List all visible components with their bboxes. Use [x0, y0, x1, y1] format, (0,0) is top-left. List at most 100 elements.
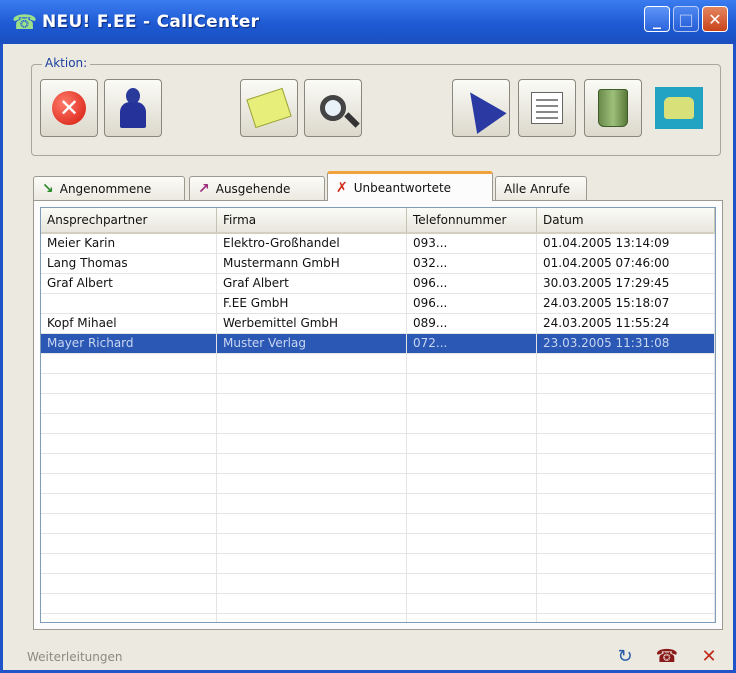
- table-row[interactable]: Lang Thomas Mustermann GmbH 032... 01.04.20…: [41, 254, 715, 274]
- empty-table-row[interactable]: [41, 474, 715, 494]
- cell-telefonnummer: [407, 614, 537, 622]
- cell-firma: [217, 354, 407, 373]
- cell-datum: [537, 554, 715, 573]
- cell-firma: [217, 394, 407, 413]
- empty-table-row[interactable]: [41, 534, 715, 554]
- refresh-icon[interactable]: ↻: [613, 644, 637, 668]
- empty-table-row[interactable]: [41, 574, 715, 594]
- cell-ansprechpartner: Lang Thomas: [41, 254, 217, 273]
- phone-app-icon: ☎: [12, 10, 37, 34]
- tab-panel: Ansprechpartner Firma Telefonnummer Datu…: [33, 200, 723, 630]
- empty-table-row[interactable]: [41, 454, 715, 474]
- cell-telefonnummer: 093...: [407, 234, 537, 253]
- table-row[interactable]: Kopf Mihael Werbemittel GmbH 089... 24.03.2…: [41, 314, 715, 334]
- calls-table[interactable]: Ansprechpartner Firma Telefonnummer Datu…: [40, 207, 716, 623]
- edit-button[interactable]: [518, 79, 576, 137]
- empty-table-row[interactable]: [41, 554, 715, 574]
- phone-button[interactable]: [650, 79, 708, 137]
- empty-table-row[interactable]: [41, 394, 715, 414]
- column-header-ansprechpartner[interactable]: Ansprechpartner: [41, 208, 217, 232]
- column-header-firma[interactable]: Firma: [217, 208, 407, 232]
- note-icon: [246, 87, 292, 129]
- cell-ansprechpartner: [41, 574, 217, 593]
- column-header-telefonnummer[interactable]: Telefonnummer: [407, 208, 537, 232]
- empty-table-row[interactable]: [41, 414, 715, 434]
- search-button[interactable]: [304, 79, 362, 137]
- missed-call-icon: ✗: [336, 179, 348, 196]
- table-row[interactable]: Mayer Richard Muster Verlag 072... 23.03.20…: [41, 334, 715, 354]
- outgoing-call-icon: ↗: [198, 180, 210, 197]
- cell-firma: [217, 374, 407, 393]
- cell-telefonnummer: 096...: [407, 274, 537, 293]
- cell-datum: [537, 594, 715, 613]
- empty-table-row[interactable]: [41, 594, 715, 614]
- table-body: Meier Karin Elektro-Großhandel 093... 01.04…: [41, 234, 715, 622]
- cell-firma: [217, 534, 407, 553]
- accepted-call-icon: ↘: [42, 180, 54, 197]
- cell-firma: [217, 494, 407, 513]
- cancel-button[interactable]: ✕: [40, 79, 98, 137]
- cell-datum: [537, 514, 715, 533]
- tab-label: Unbeantwortete: [353, 180, 452, 195]
- cell-telefonnummer: 032...: [407, 254, 537, 273]
- cell-firma: Muster Verlag: [217, 334, 407, 353]
- cell-ansprechpartner: Kopf Mihael: [41, 314, 217, 333]
- delete-button[interactable]: [584, 79, 642, 137]
- table-row[interactable]: Graf Albert Graf Albert 096... 30.03.2005 1…: [41, 274, 715, 294]
- cell-firma: [217, 474, 407, 493]
- cell-telefonnummer: [407, 574, 537, 593]
- cell-ansprechpartner: Mayer Richard: [41, 334, 217, 353]
- tab-label: Alle Anrufe: [504, 181, 571, 196]
- cell-ansprechpartner: [41, 414, 217, 433]
- note-button[interactable]: [240, 79, 298, 137]
- cell-datum: [537, 374, 715, 393]
- cell-firma: Elektro-Großhandel: [217, 234, 407, 253]
- cell-telefonnummer: [407, 474, 537, 493]
- person-icon: [118, 88, 148, 128]
- cell-ansprechpartner: [41, 474, 217, 493]
- cell-telefonnummer: [407, 354, 537, 373]
- minimize-button[interactable]: _: [644, 6, 670, 32]
- table-row[interactable]: Meier Karin Elektro-Großhandel 093... 01.04…: [41, 234, 715, 254]
- hangup-phone-icon[interactable]: ☎: [655, 644, 679, 668]
- status-bar: Weiterleitungen ↻ ☎ ✕: [3, 640, 733, 670]
- tab-alle-anrufe[interactable]: Alle Anrufe: [495, 176, 587, 200]
- empty-table-row[interactable]: [41, 354, 715, 374]
- empty-table-row[interactable]: [41, 614, 715, 622]
- cell-telefonnummer: [407, 514, 537, 533]
- empty-table-row[interactable]: [41, 514, 715, 534]
- close-window-button[interactable]: ✕: [702, 6, 728, 32]
- empty-table-row[interactable]: [41, 374, 715, 394]
- close-icon[interactable]: ✕: [697, 644, 721, 668]
- cell-datum: [537, 354, 715, 373]
- cell-ansprechpartner: [41, 594, 217, 613]
- cell-firma: Werbemittel GmbH: [217, 314, 407, 333]
- cell-telefonnummer: [407, 494, 537, 513]
- column-header-datum[interactable]: Datum: [537, 208, 715, 232]
- forward-button[interactable]: [452, 79, 510, 137]
- cell-datum: 30.03.2005 17:29:45: [537, 274, 715, 293]
- cell-datum: [537, 414, 715, 433]
- cell-firma: F.EE GmbH: [217, 294, 407, 313]
- empty-table-row[interactable]: [41, 494, 715, 514]
- tab-ausgehende[interactable]: ↗ Ausgehende: [189, 176, 325, 200]
- cell-telefonnummer: [407, 374, 537, 393]
- tab-angenommene[interactable]: ↘ Angenommene: [33, 176, 185, 200]
- cell-datum: 23.03.2005 11:31:08: [537, 334, 715, 353]
- maximize-button[interactable]: □: [673, 6, 699, 32]
- cell-firma: [217, 514, 407, 533]
- cell-telefonnummer: [407, 534, 537, 553]
- empty-table-row[interactable]: [41, 434, 715, 454]
- cell-telefonnummer: [407, 434, 537, 453]
- cell-telefonnummer: 072...: [407, 334, 537, 353]
- cell-firma: [217, 454, 407, 473]
- action-group-label: Aktion:: [42, 56, 91, 70]
- cell-ansprechpartner: Meier Karin: [41, 234, 217, 253]
- search-icon: [320, 95, 346, 121]
- cell-telefonnummer: [407, 454, 537, 473]
- cell-ansprechpartner: Graf Albert: [41, 274, 217, 293]
- tab-unbeantwortete[interactable]: ✗ Unbeantwortete: [327, 171, 493, 201]
- cell-firma: Graf Albert: [217, 274, 407, 293]
- table-row[interactable]: F.EE GmbH 096... 24.03.2005 15:18:07: [41, 294, 715, 314]
- contact-button[interactable]: [104, 79, 162, 137]
